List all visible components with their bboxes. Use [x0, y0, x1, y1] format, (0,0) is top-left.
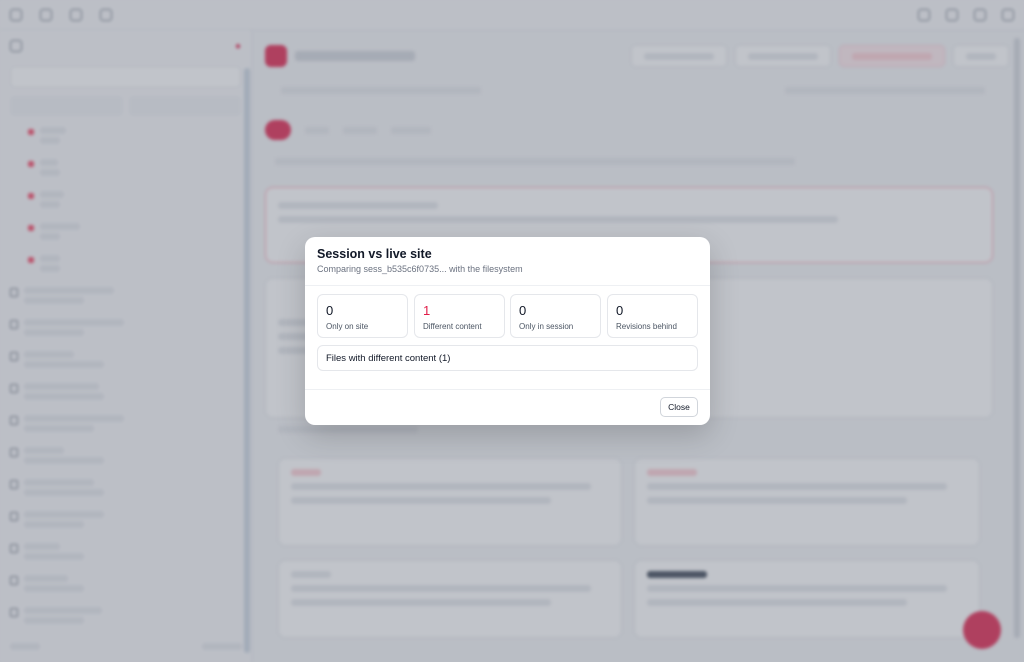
- stat-only-on-site: 0 Only on site: [317, 294, 408, 338]
- modal-title: Session vs live site: [317, 247, 432, 261]
- compare-modal: Session vs live site Comparing sess_b535…: [305, 237, 710, 425]
- divider: [305, 285, 710, 286]
- stat-label: Only on site: [326, 322, 369, 331]
- stat-only-in-session: 0 Only in session: [510, 294, 601, 338]
- stat-label: Revisions behind: [616, 322, 677, 331]
- stat-label: Only in session: [519, 322, 574, 331]
- stat-value: 0: [616, 303, 624, 318]
- stat-value: 0: [519, 303, 527, 318]
- stat-revisions-behind: 0 Revisions behind: [607, 294, 698, 338]
- stat-label: Different content: [423, 322, 482, 331]
- stat-value: 0: [326, 303, 334, 318]
- different-files-toggle[interactable]: Files with different content (1): [317, 345, 698, 371]
- divider: [305, 389, 710, 390]
- modal-subtitle: Comparing sess_b535c6f0735... with the f…: [317, 264, 523, 274]
- stat-different-content: 1 Different content: [414, 294, 505, 338]
- close-button[interactable]: Close: [660, 397, 698, 417]
- stat-value: 1: [423, 303, 431, 318]
